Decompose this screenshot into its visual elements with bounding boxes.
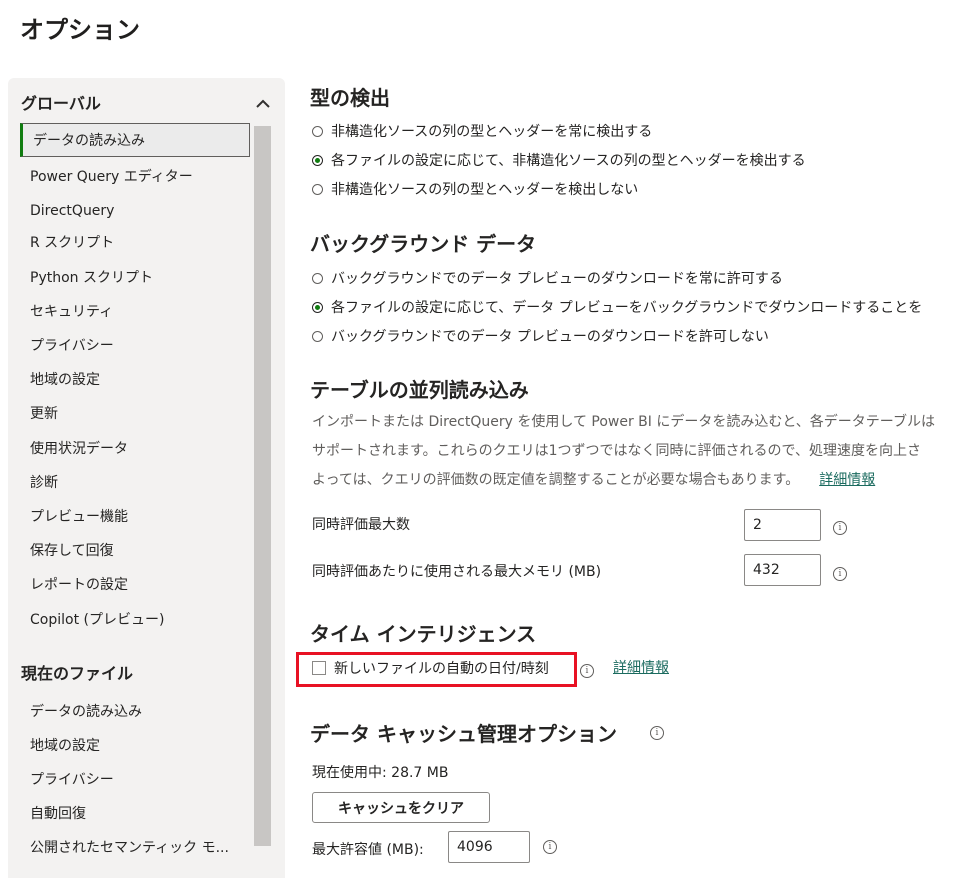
max-concurrent-input[interactable] xyxy=(744,509,821,541)
description-line: サポートされます。これらのクエリは1つずつではなく同時に評価されるので、処理速度… xyxy=(312,443,921,459)
clear-cache-button[interactable]: キャッシュをクリア xyxy=(312,792,490,823)
radio-icon[interactable] xyxy=(312,183,323,195)
time-intelligence-more-info-link[interactable]: 詳細情報 xyxy=(613,660,669,676)
highlight-box xyxy=(296,652,577,687)
max-memory-label: 同時評価あたりに使用される最大メモリ (MB) xyxy=(312,564,602,580)
radio-label: バックグラウンドでのデータ プレビューのダウンロードを常に許可する xyxy=(331,271,783,287)
background-data-option-per-file[interactable]: 各ファイルの設定に応じて、データ プレビューをバックグラウンドでダウンロードする… xyxy=(312,296,922,318)
description-line: インポートまたは DirectQuery を使用して Power BI にデータ… xyxy=(312,414,935,430)
radio-label: バックグラウンドでのデータ プレビューのダウンロードを許可しない xyxy=(331,329,769,345)
radio-icon[interactable] xyxy=(312,330,323,342)
cache-current-usage: 現在使用中: 28.7 MB xyxy=(312,765,449,781)
info-icon[interactable]: i xyxy=(833,521,847,535)
info-icon[interactable]: i xyxy=(580,664,594,678)
radio-checked-icon[interactable] xyxy=(312,301,323,313)
radio-checked-icon[interactable] xyxy=(312,154,323,166)
max-memory-input[interactable] xyxy=(744,554,821,586)
background-data-heading: バックグラウンド データ xyxy=(310,232,537,256)
time-intelligence-heading: タイム インテリジェンス xyxy=(310,622,537,646)
options-content: 型の検出 非構造化ソースの列の型とヘッダーを常に検出する 各ファイルの設定に応じ… xyxy=(0,0,964,863)
radio-icon[interactable] xyxy=(312,125,323,137)
radio-label: 非構造化ソースの列の型とヘッダーを検出しない xyxy=(331,182,639,198)
radio-label: 各ファイルの設定に応じて、データ プレビューをバックグラウンドでダウンロードする… xyxy=(331,300,923,316)
cache-max-label: 最大許容値 (MB): xyxy=(312,842,424,858)
cache-max-input[interactable] xyxy=(448,831,530,863)
type-detection-option-per-file[interactable]: 各ファイルの設定に応じて、非構造化ソースの列の型とヘッダーを検出する xyxy=(312,149,806,171)
background-data-option-always[interactable]: バックグラウンドでのデータ プレビューのダウンロードを常に許可する xyxy=(312,267,783,289)
type-detection-heading: 型の検出 xyxy=(310,86,390,110)
radio-label: 非構造化ソースの列の型とヘッダーを常に検出する xyxy=(331,124,653,140)
radio-label: 各ファイルの設定に応じて、非構造化ソースの列の型とヘッダーを検出する xyxy=(331,153,806,169)
radio-icon[interactable] xyxy=(312,272,323,284)
background-data-option-never[interactable]: バックグラウンドでのデータ プレビューのダウンロードを許可しない xyxy=(312,325,769,347)
parallel-loading-description: インポートまたは DirectQuery を使用して Power BI にデータ… xyxy=(312,408,964,495)
info-icon[interactable]: i xyxy=(650,726,664,740)
info-icon[interactable]: i xyxy=(833,567,847,581)
info-icon[interactable]: i xyxy=(543,840,557,854)
parallel-loading-more-info-link[interactable]: 詳細情報 xyxy=(819,472,875,488)
parallel-loading-heading: テーブルの並列読み込み xyxy=(310,378,529,402)
max-concurrent-label: 同時評価最大数 xyxy=(312,517,410,533)
type-detection-option-always[interactable]: 非構造化ソースの列の型とヘッダーを常に検出する xyxy=(312,120,652,142)
description-line: よっては、クエリの評価数の既定値を調整することが必要な場合もあります。 xyxy=(312,472,800,488)
time-intelligence-link-wrap: 詳細情報 xyxy=(613,657,669,677)
type-detection-option-never[interactable]: 非構造化ソースの列の型とヘッダーを検出しない xyxy=(312,178,638,200)
cache-heading: データ キャッシュ管理オプション xyxy=(310,722,617,746)
description-line-with-link: よっては、クエリの評価数の既定値を調整することが必要な場合もあります。 詳細情報 xyxy=(312,466,964,495)
